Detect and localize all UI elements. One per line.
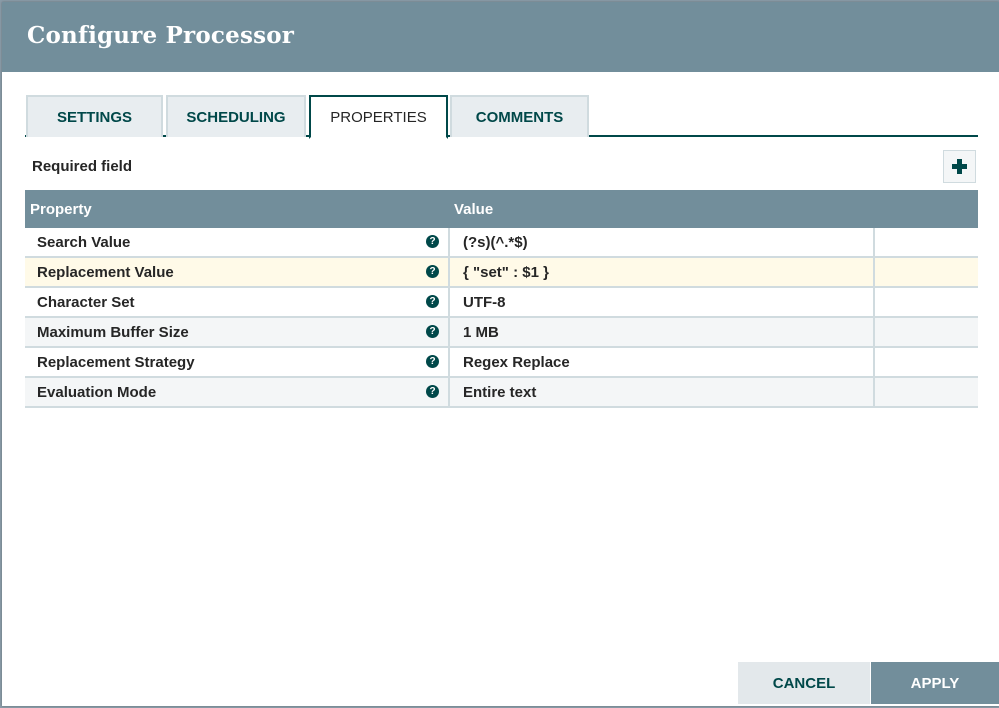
properties-table: Property Value Search Value ? (?s)(^.*$)…	[25, 190, 978, 408]
table-header: Property Value	[25, 190, 978, 228]
tab-settings[interactable]: SETTINGS	[26, 95, 163, 137]
table-row[interactable]: Evaluation Mode ? Entire text	[25, 378, 978, 408]
property-name: Character Set	[37, 294, 135, 311]
required-field-label: Required field	[32, 158, 133, 175]
cancel-button[interactable]: CANCEL	[738, 662, 870, 704]
apply-button[interactable]: APPLY	[871, 662, 999, 704]
column-divider	[873, 378, 875, 408]
dialog-title: Configure Processor	[27, 22, 295, 49]
property-value[interactable]: (?s)(^.*$)	[463, 234, 528, 251]
table-row[interactable]: Search Value ? (?s)(^.*$)	[25, 228, 978, 258]
property-value[interactable]: 1 MB	[463, 324, 499, 341]
column-divider	[873, 348, 875, 378]
property-name: Replacement Value	[37, 264, 174, 281]
table-row[interactable]: Replacement Strategy ? Regex Replace	[25, 348, 978, 378]
add-property-button[interactable]	[943, 150, 976, 183]
property-value[interactable]: { "set" : $1 }	[463, 264, 549, 281]
property-value[interactable]: Entire text	[463, 384, 536, 401]
column-divider	[448, 258, 450, 288]
question-circle-icon[interactable]: ?	[426, 325, 439, 338]
property-name: Search Value	[37, 234, 131, 251]
column-divider	[873, 228, 875, 258]
column-header-value[interactable]: Value	[454, 201, 493, 218]
question-circle-icon[interactable]: ?	[426, 265, 439, 278]
property-value[interactable]: UTF-8	[463, 294, 506, 311]
question-circle-icon[interactable]: ?	[426, 295, 439, 308]
property-value[interactable]: Regex Replace	[463, 354, 570, 371]
table-row[interactable]: Character Set ? UTF-8	[25, 288, 978, 318]
plus-icon	[952, 159, 967, 174]
column-divider	[873, 258, 875, 288]
table-row[interactable]: Replacement Value ? { "set" : $1 }	[25, 258, 978, 288]
column-divider	[448, 348, 450, 378]
tab-scheduling[interactable]: SCHEDULING	[166, 95, 306, 137]
column-divider	[873, 288, 875, 318]
property-name: Maximum Buffer Size	[37, 324, 189, 341]
table-row[interactable]: Maximum Buffer Size ? 1 MB	[25, 318, 978, 348]
property-name: Evaluation Mode	[37, 384, 157, 401]
column-divider	[448, 318, 450, 348]
question-circle-icon[interactable]: ?	[426, 235, 439, 248]
question-circle-icon[interactable]: ?	[426, 385, 439, 398]
tab-properties[interactable]: PROPERTIES	[309, 95, 448, 139]
tab-comments[interactable]: COMMENTS	[450, 95, 589, 137]
tab-bar: SETTINGS SCHEDULING PROPERTIES COMMENTS	[25, 95, 978, 139]
property-name: Replacement Strategy	[37, 354, 195, 371]
question-circle-icon[interactable]: ?	[426, 355, 439, 368]
column-divider	[448, 378, 450, 408]
column-header-property[interactable]: Property	[30, 201, 92, 218]
column-divider	[448, 228, 450, 258]
column-divider	[448, 288, 450, 318]
dialog-header: Configure Processor	[2, 2, 999, 72]
column-divider	[873, 318, 875, 348]
